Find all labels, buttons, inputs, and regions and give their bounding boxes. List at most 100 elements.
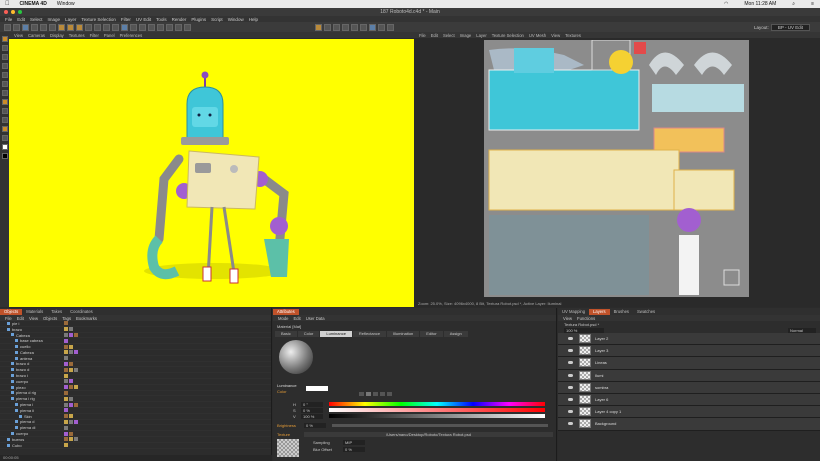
blur-offset-value[interactable]: 0 % [343,446,365,452]
move-icon[interactable] [31,23,38,31]
object-name[interactable]: Cubo [12,443,22,448]
menu-file[interactable]: File [5,17,12,22]
tab-attributes[interactable]: Attributes [273,309,299,315]
attr-menu-mode[interactable]: Mode [278,316,288,321]
object-name[interactable]: Skin [24,414,32,419]
object-name[interactable]: bueros [12,437,24,442]
mac-menu-window[interactable]: Window [57,1,75,7]
viewport-render-area[interactable] [9,39,414,307]
pen-icon[interactable] [130,23,137,31]
tag-icon[interactable] [64,332,68,337]
scale-icon[interactable] [40,23,47,31]
viewport-menu-cameras[interactable]: Cameras [28,33,45,38]
menu-script[interactable]: Script [211,17,223,22]
texture-view[interactable]: File Edit Select Image Layer Texture Sel… [414,32,820,307]
uv-tool-icon[interactable] [1,135,8,141]
tag-icon[interactable] [74,332,78,337]
tag-icon[interactable] [64,402,68,407]
layer-row[interactable]: Layer 3 [558,345,820,358]
select-rect-icon[interactable] [360,23,367,31]
tab-assign[interactable]: Assign [443,331,468,337]
tab-coordinates[interactable]: Coordinates [66,309,97,315]
tag-icon[interactable] [64,344,68,349]
layer-row[interactable]: Lineas [558,357,820,370]
object-name[interactable]: brazo i [16,373,28,378]
object-row[interactable]: Cubo [0,443,271,449]
viewport-menu-preferences[interactable]: Preferences [120,33,143,38]
maximize-button[interactable] [18,10,22,14]
object-name[interactable]: cuerpo [16,379,28,384]
layer-row[interactable]: sombra [558,381,820,394]
tag-icon[interactable] [69,385,73,390]
color-swatch[interactable] [306,386,328,391]
clone-icon[interactable] [342,23,349,31]
hue-slider[interactable] [329,402,545,406]
layer-name[interactable]: Layer 4 copy 1 [595,409,621,414]
tag-icon[interactable] [64,385,68,390]
objects-menu-view[interactable]: View [29,316,38,321]
snap-icon[interactable] [1,108,8,114]
tab-color[interactable]: Color [297,331,320,337]
viewport-menu-filter[interactable]: Filter [90,33,99,38]
layer-name[interactable]: Lineas [595,360,607,365]
sampling-dropdown[interactable]: MIP [343,439,365,445]
object-name[interactable]: Cabeza [20,350,34,355]
object-name[interactable]: base cabeza [20,338,43,343]
tab-takes[interactable]: Takes [47,309,66,315]
layer-name[interactable]: Layer 6 [595,397,608,402]
tab-luminance[interactable]: Luminance [320,331,352,337]
tag-icon[interactable] [64,396,68,401]
object-name[interactable]: brazo d [16,361,29,366]
array-icon[interactable] [148,23,155,31]
smudge-icon[interactable] [351,23,358,31]
tag-icon[interactable] [74,385,78,390]
tag-icon[interactable] [64,373,68,378]
render-view-icon[interactable] [94,23,101,31]
tag-icon[interactable] [64,327,68,332]
menu-layer[interactable]: Layer [65,17,76,22]
object-name[interactable]: brazo [12,327,22,332]
object-name[interactable]: cuello [20,344,30,349]
tab-objects[interactable]: Objects [0,309,23,315]
object-name[interactable]: pierna d [20,419,34,424]
menu-list-icon[interactable]: ≡ [811,1,814,7]
tag-icon[interactable] [64,367,68,372]
saturation-slider[interactable] [329,408,545,412]
uv-menu-view[interactable]: View [551,33,560,38]
polygons-mode-icon[interactable] [1,90,8,96]
tag-icon[interactable] [69,344,73,349]
tag-icon[interactable] [64,425,68,430]
layout-selector[interactable]: Layout: BP - UV Edit [754,23,810,31]
rotate-icon[interactable] [49,23,56,31]
tab-uv-mapping[interactable]: UV Mapping [558,309,589,315]
uv-menu-texture-selection[interactable]: Texture Selection [492,33,524,38]
object-name[interactable]: piezo [16,385,26,390]
tab-illumination[interactable]: Illumination [387,331,420,337]
layer-opacity[interactable]: 100 % [564,327,604,333]
eye-icon[interactable] [568,349,573,353]
robot-model[interactable] [9,39,414,307]
menu-tools[interactable]: Tools [156,17,167,22]
points-mode-icon[interactable] [1,72,8,78]
uv-menu-uv-mesh[interactable]: UV Mesh [529,33,546,38]
layer-row[interactable]: Background [558,418,820,431]
locked-workplane-icon[interactable] [1,117,8,123]
perspective-viewport[interactable]: View Cameras Display Textures Filter Pan… [9,32,414,307]
material-preview-sphere[interactable] [279,340,313,374]
object-name[interactable]: antena [20,356,32,361]
menu-render[interactable]: Render [172,17,187,22]
color-mode-icon-3[interactable] [373,392,378,396]
eye-icon[interactable] [568,373,573,377]
make-editable-icon[interactable] [1,36,8,42]
menu-edit[interactable]: Edit [17,17,25,22]
layers-menu-functions[interactable]: Functions [577,316,595,321]
tag-icon[interactable] [64,361,68,366]
tag-icon[interactable] [69,437,73,442]
object-name[interactable]: brazo d [16,367,29,372]
axis-y-icon[interactable] [67,23,74,31]
wifi-icon[interactable]: ◠ [724,1,728,7]
uv-polygons-icon[interactable] [378,23,385,31]
app-name[interactable]: CINEMA 4D [20,1,47,7]
layer-row[interactable]: Ilumi [558,369,820,382]
color-mode-icon-2[interactable] [366,392,371,396]
